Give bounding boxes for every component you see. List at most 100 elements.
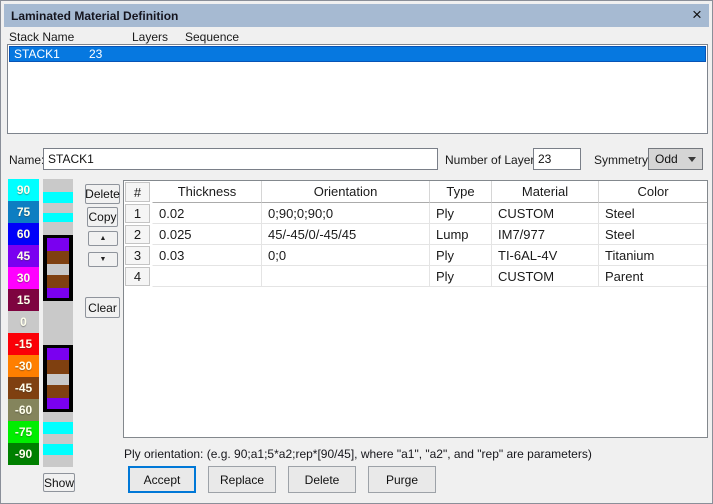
type-cell[interactable]: Lump — [430, 224, 492, 245]
show-button[interactable]: Show — [43, 473, 75, 492]
scale-angle-label: 75 — [17, 205, 30, 219]
delete-button[interactable]: Delete — [288, 466, 356, 493]
stack-name-cell: STACK1 — [14, 47, 60, 61]
action-button-row: Accept Replace Delete Purge — [128, 466, 436, 493]
scale-cell: 0 — [8, 311, 39, 333]
thickness-cell[interactable]: 0.02 — [152, 203, 262, 224]
ply-band — [43, 301, 73, 345]
move-down-button[interactable]: ▼ — [88, 252, 118, 267]
ply-band — [43, 385, 73, 398]
material-cell[interactable]: CUSTOM — [492, 266, 599, 287]
scale-angle-label: 0 — [20, 315, 27, 329]
ply-band — [43, 192, 73, 203]
ply-table-header: # Thickness Orientation Type Material Co… — [124, 181, 707, 203]
orientation-cell[interactable]: 0;90;0;90;0 — [262, 203, 430, 224]
scale-angle-label: -15 — [15, 337, 32, 351]
scale-cell: -30 — [8, 355, 39, 377]
ply-band — [43, 288, 73, 298]
close-icon[interactable]: × — [685, 4, 709, 27]
scale-cell: -75 — [8, 421, 39, 443]
purge-button[interactable]: Purge — [368, 466, 436, 493]
scale-cell: 60 — [8, 223, 39, 245]
type-cell[interactable]: Ply — [430, 245, 492, 266]
color-cell[interactable]: Steel — [599, 224, 707, 245]
page-title: Laminated Material Definition — [4, 9, 178, 23]
stack-listbox[interactable]: STACK1 23 — [7, 44, 708, 134]
number-of-layers-label: Number of Layers: — [445, 153, 544, 167]
thickness-cell[interactable]: 0.025 — [152, 224, 262, 245]
ply-table: # Thickness Orientation Type Material Co… — [123, 180, 708, 438]
clear-button[interactable]: Clear — [85, 297, 120, 318]
orientation-cell[interactable] — [262, 266, 430, 287]
row-number-cell[interactable]: 4 — [125, 267, 150, 286]
scale-angle-label: 15 — [17, 293, 30, 307]
material-cell[interactable]: TI-6AL-4V — [492, 245, 599, 266]
ply-band — [43, 179, 73, 192]
scale-cell: 90 — [8, 179, 39, 201]
row-number-cell[interactable]: 3 — [125, 246, 150, 265]
ply-band — [43, 264, 73, 275]
ply-orientation-note: Ply orientation: (e.g. 90;a1;5*a2;rep*[9… — [124, 447, 592, 461]
ply-band — [43, 222, 73, 235]
table-row: 3 0.03 0;0 Ply TI-6AL-4V Titanium — [124, 245, 707, 266]
ply-band — [43, 275, 73, 288]
type-cell[interactable]: Ply — [430, 203, 492, 224]
thickness-cell[interactable] — [152, 266, 262, 287]
thickness-cell[interactable]: 0.03 — [152, 245, 262, 266]
orientation-cell[interactable]: 0;0 — [262, 245, 430, 266]
ply-band — [43, 360, 73, 374]
scale-cell: -90 — [8, 443, 39, 465]
table-row: 4 Ply CUSTOM Parent — [124, 266, 707, 287]
column-header-layers: Layers — [132, 30, 168, 44]
type-cell[interactable]: Ply — [430, 266, 492, 287]
column-header-stack-name: Stack Name — [9, 30, 74, 44]
scale-cell: 30 — [8, 267, 39, 289]
header-type: Type — [430, 181, 492, 203]
list-item[interactable]: STACK1 23 — [9, 46, 706, 62]
header-thickness: Thickness — [152, 181, 262, 203]
ply-band — [43, 238, 73, 251]
header-number: # — [125, 182, 150, 202]
ply-band — [43, 455, 73, 467]
replace-button[interactable]: Replace — [208, 466, 276, 493]
ply-band — [43, 374, 73, 385]
ply-band — [43, 398, 73, 409]
ply-band — [43, 444, 73, 455]
color-cell[interactable]: Parent — [599, 266, 707, 287]
chevron-down-icon — [688, 157, 696, 162]
scale-angle-label: -75 — [15, 425, 32, 439]
name-label: Name: — [9, 153, 44, 167]
name-input[interactable] — [43, 148, 438, 170]
symmetry-value: Odd — [655, 152, 678, 166]
scale-cell: 45 — [8, 245, 39, 267]
header-material: Material — [492, 181, 599, 203]
scale-angle-label: 45 — [17, 249, 30, 263]
up-arrow-icon: ▲ — [100, 235, 107, 242]
ply-band — [43, 348, 73, 360]
copy-layer-button[interactable]: Copy — [87, 207, 118, 227]
orientation-color-scale: 90 75 60 45 30 15 0 — [8, 179, 39, 465]
row-number-cell[interactable]: 2 — [125, 225, 150, 244]
scale-angle-label: -90 — [15, 447, 32, 461]
orientation-cell[interactable]: 45/-45/0/-45/45 — [262, 224, 430, 245]
color-cell[interactable]: Steel — [599, 203, 707, 224]
material-cell[interactable]: IM7/977 — [492, 224, 599, 245]
down-arrow-icon: ▼ — [100, 256, 107, 263]
delete-layer-button[interactable]: Delete — [85, 184, 120, 204]
scale-cell: -45 — [8, 377, 39, 399]
color-cell[interactable]: Titanium — [599, 245, 707, 266]
scale-angle-label: -30 — [15, 359, 32, 373]
stack-preview-strip — [43, 179, 73, 467]
row-number-cell[interactable]: 1 — [125, 204, 150, 223]
move-up-button[interactable]: ▲ — [88, 231, 118, 246]
number-of-layers-input[interactable] — [533, 148, 581, 170]
header-color: Color — [599, 181, 707, 203]
symmetry-select[interactable]: Odd — [648, 148, 703, 170]
accept-button[interactable]: Accept — [128, 466, 196, 493]
scale-cell: -60 — [8, 399, 39, 421]
header-orientation: Orientation — [262, 181, 430, 203]
ply-band — [43, 203, 73, 213]
ply-band — [43, 213, 73, 222]
stack-layers-cell: 23 — [89, 47, 102, 61]
material-cell[interactable]: CUSTOM — [492, 203, 599, 224]
